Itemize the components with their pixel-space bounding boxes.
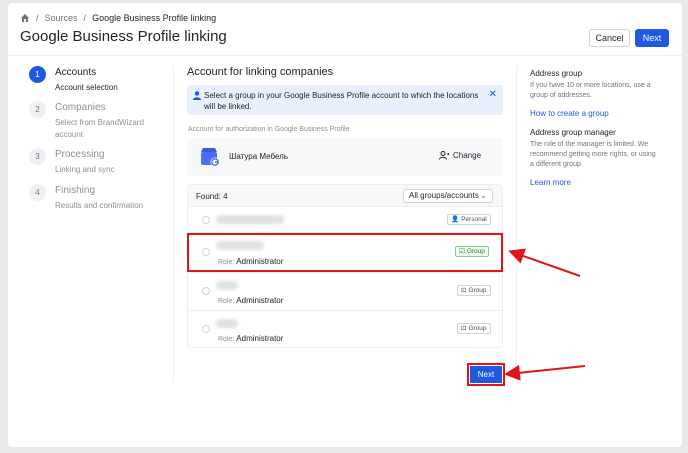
step-number: 1 bbox=[29, 66, 46, 83]
radio-button[interactable] bbox=[202, 325, 210, 333]
help-address-group: Address group If you have 10 or more loc… bbox=[530, 69, 660, 118]
step-subtitle: Results and confirmation bbox=[55, 201, 144, 210]
found-count: Found: 4 bbox=[196, 192, 228, 201]
header-divider bbox=[8, 55, 682, 56]
change-label: Change bbox=[453, 151, 482, 160]
list-item[interactable]: Role: Administrator ⊡ Group bbox=[188, 311, 502, 347]
breadcrumb-sep: / bbox=[36, 13, 39, 23]
blurred-account-name bbox=[216, 319, 238, 328]
home-icon[interactable] bbox=[20, 13, 30, 23]
blurred-account-name bbox=[216, 215, 284, 224]
auth-account: Шатура Мебель Change bbox=[187, 138, 503, 176]
role-text: Role: Administrator bbox=[218, 334, 283, 343]
step-title: Finishing bbox=[55, 185, 96, 196]
step-number: 2 bbox=[29, 101, 46, 118]
badge-label: Group bbox=[468, 287, 487, 294]
radio-button[interactable] bbox=[202, 287, 210, 295]
step-number: 3 bbox=[29, 148, 46, 165]
badge-label: Personal bbox=[461, 216, 487, 223]
step-subtitle: Select from BrandWizard account bbox=[55, 118, 144, 139]
list-item[interactable]: Role: Administrator ⊡ Group bbox=[188, 273, 502, 311]
account-type-badge: ⊡ Group bbox=[457, 323, 491, 334]
group-filter-select[interactable]: All groups/accounts ⌄ bbox=[403, 189, 493, 203]
google-business-icon bbox=[201, 148, 220, 167]
role-label: Role: bbox=[218, 336, 235, 343]
next-button-top[interactable]: Next bbox=[635, 29, 669, 47]
right-divider bbox=[516, 66, 517, 382]
left-divider bbox=[173, 66, 174, 382]
change-account-button[interactable]: Change bbox=[439, 151, 481, 160]
group-filter-value: All groups/accounts bbox=[409, 191, 479, 200]
group-icon: ⊡ bbox=[461, 325, 467, 332]
close-icon[interactable]: ✕ bbox=[489, 89, 497, 100]
user-icon: 👤 bbox=[451, 216, 460, 223]
list-item[interactable]: 👤 Personal bbox=[188, 207, 502, 233]
badge-label: Group bbox=[468, 325, 487, 332]
help-text: The role of the manager is limited. We r… bbox=[530, 141, 656, 168]
group-icon: ⊡ bbox=[461, 287, 467, 294]
list-header: Found: 4 All groups/accounts ⌄ bbox=[188, 185, 502, 207]
radio-button[interactable] bbox=[202, 216, 210, 224]
step-title: Companies bbox=[55, 102, 106, 113]
cancel-button[interactable]: Cancel bbox=[589, 29, 630, 47]
blurred-account-name bbox=[216, 281, 238, 290]
help-title: Address group manager bbox=[530, 128, 616, 137]
learn-more-link[interactable]: Learn more bbox=[530, 178, 660, 187]
step-title: Processing bbox=[55, 149, 105, 160]
step-subtitle: Account selection bbox=[55, 83, 118, 92]
page-title: Google Business Profile linking bbox=[20, 28, 227, 45]
info-text: Select a group in your Google Business P… bbox=[204, 91, 479, 111]
role-value: Administrator bbox=[236, 334, 284, 343]
account-type-badge: 👤 Personal bbox=[447, 214, 491, 225]
step-subtitle: Linking and sync bbox=[55, 165, 115, 174]
auth-label: Account for authorization in Google Busi… bbox=[188, 126, 350, 133]
step-title: Accounts bbox=[55, 67, 97, 78]
role-text: Role: Administrator bbox=[218, 296, 283, 305]
create-group-link[interactable]: How to create a group bbox=[530, 109, 660, 118]
step-number: 4 bbox=[29, 184, 46, 201]
breadcrumb: / Sources / Google Business Profile link… bbox=[20, 12, 216, 24]
auth-account-name: Шатура Мебель bbox=[229, 152, 289, 161]
user-swap-icon bbox=[439, 151, 449, 160]
role-value: Administrator bbox=[236, 296, 284, 305]
breadcrumb-sep: / bbox=[83, 13, 87, 23]
breadcrumb-sources[interactable]: Sources bbox=[45, 13, 78, 23]
next-button-bottom[interactable]: Next bbox=[467, 363, 505, 386]
help-text: If you have 10 or more locations, use a … bbox=[530, 82, 651, 99]
help-group-manager: Address group manager The role of the ma… bbox=[530, 128, 660, 187]
chevron-down-icon: ⌄ bbox=[480, 191, 487, 200]
info-alert: Select a group in your Google Business P… bbox=[187, 85, 503, 115]
breadcrumb-current: Google Business Profile linking bbox=[92, 13, 217, 23]
user-icon bbox=[193, 91, 201, 100]
role-label: Role: bbox=[218, 298, 235, 305]
account-type-badge: ⊡ Group bbox=[457, 285, 491, 296]
section-title: Account for linking companies bbox=[187, 66, 334, 78]
highlight-box bbox=[187, 233, 503, 272]
help-title: Address group bbox=[530, 69, 583, 78]
